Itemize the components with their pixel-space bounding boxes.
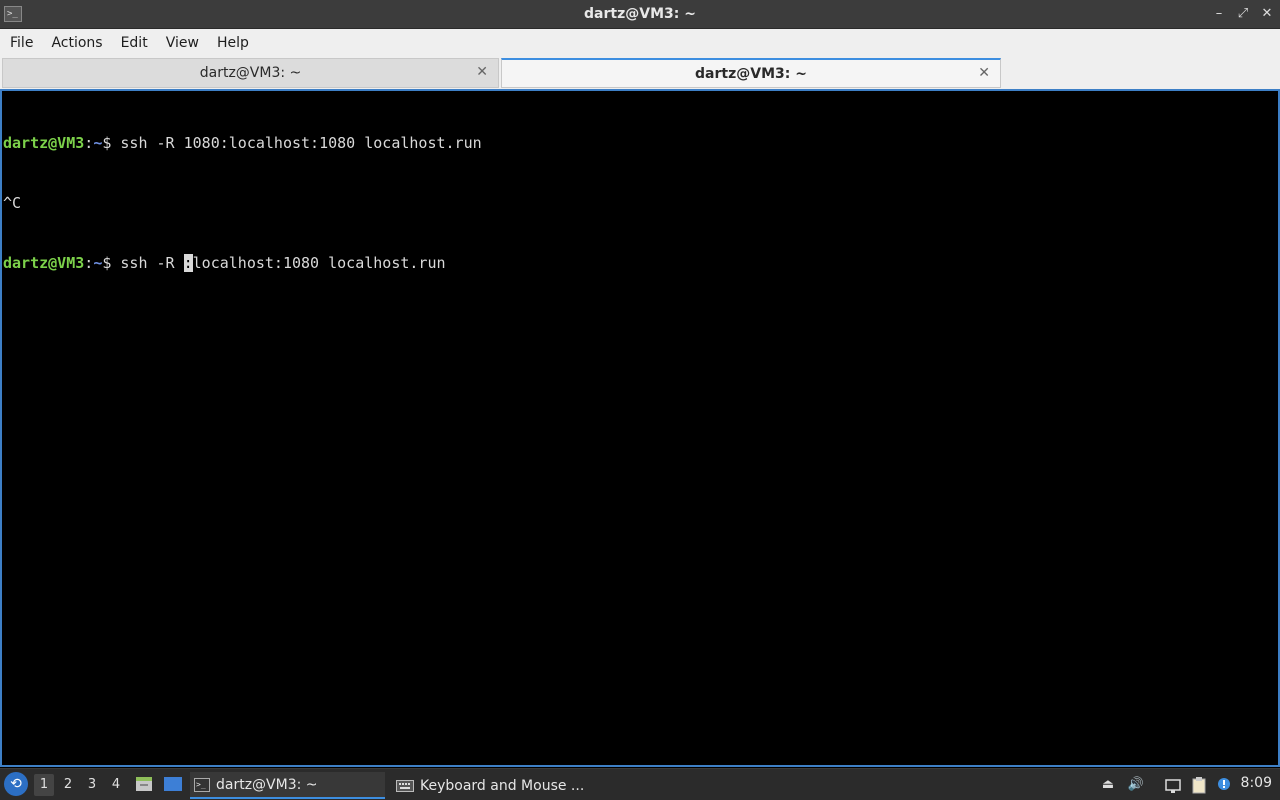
menu-view[interactable]: View — [160, 35, 205, 51]
prompt-separator: : — [84, 254, 94, 272]
prompt-user: dartz@VM3 — [3, 254, 85, 272]
update-notifier-icon[interactable] — [1215, 776, 1233, 794]
close-icon[interactable]: ✕ — [978, 65, 990, 81]
network-icon[interactable] — [1164, 776, 1182, 794]
show-desktop-icon[interactable] — [164, 776, 182, 792]
terminal-view[interactable]: dartz@VM3:~$ ssh -R 1080:localhost:1080 … — [0, 89, 1280, 767]
terminal-line: dartz@VM3:~$ ssh -R :localhost:1080 loca… — [3, 253, 1278, 273]
keyboard-icon — [396, 779, 414, 792]
menu-help[interactable]: Help — [211, 35, 255, 51]
prompt-symbol: $ — [102, 254, 121, 272]
terminal-line: ^C — [3, 193, 1278, 213]
prompt-user: dartz@VM3 — [3, 134, 85, 152]
prompt-separator: : — [84, 134, 94, 152]
taskbar: ⟲ 1 2 3 4 >_ dartz@VM3: ~ Keyboard and M… — [0, 768, 1280, 800]
tab-label: dartz@VM3: ~ — [199, 65, 302, 81]
menu-edit[interactable]: Edit — [115, 35, 154, 51]
prompt-path: ~ — [93, 134, 103, 152]
terminal-icon: >_ — [194, 777, 210, 792]
output-text: ^C — [3, 194, 22, 212]
close-icon[interactable]: ✕ — [476, 64, 488, 80]
clock[interactable]: 8:09 — [1241, 775, 1272, 791]
task-label: dartz@VM3: ~ — [216, 776, 318, 793]
window-controls: – ⤢ ✕ — [1212, 6, 1274, 22]
prompt-symbol: $ — [102, 134, 121, 152]
lxqt-start-icon[interactable]: ⟲ — [4, 772, 28, 796]
command-text-after-cursor: localhost:1080 localhost.run — [192, 254, 446, 272]
workspace-2[interactable]: 2 — [58, 774, 78, 796]
tab-label: dartz@VM3: ~ — [695, 65, 807, 82]
text-cursor: : — [183, 254, 193, 272]
workspace-1[interactable]: 1 — [34, 774, 54, 796]
eject-icon[interactable]: ⏏ — [1099, 776, 1117, 794]
menu-actions[interactable]: Actions — [45, 35, 108, 51]
menu-file[interactable]: File — [4, 35, 39, 51]
workspace-3[interactable]: 3 — [82, 774, 102, 796]
close-button[interactable]: ✕ — [1260, 6, 1274, 22]
prompt-path: ~ — [93, 254, 103, 272]
menu-bar: File Actions Edit View Help — [0, 29, 1280, 57]
file-manager-icon[interactable] — [135, 776, 153, 792]
command-text: ssh -R — [120, 254, 184, 272]
workspace-4[interactable]: 4 — [106, 774, 126, 796]
window-title: dartz@VM3: ~ — [584, 6, 696, 22]
tab-terminal-2[interactable]: dartz@VM3: ~ ✕ — [501, 58, 1001, 88]
tab-bar: dartz@VM3: ~ ✕ dartz@VM3: ~ ✕ — [0, 57, 1280, 89]
taskbar-task-keyboard-mouse[interactable]: Keyboard and Mouse ... — [392, 772, 592, 799]
terminal-line: dartz@VM3:~$ ssh -R 1080:localhost:1080 … — [3, 133, 1278, 153]
minimize-button[interactable]: – — [1212, 6, 1226, 22]
volume-icon[interactable]: 🔊 — [1127, 776, 1145, 794]
maximize-button[interactable]: ⤢ — [1236, 6, 1250, 22]
taskbar-task-terminal[interactable]: >_ dartz@VM3: ~ — [190, 772, 385, 799]
clipboard-icon[interactable] — [1190, 776, 1208, 794]
window-titlebar: >_ dartz@VM3: ~ – ⤢ ✕ — [0, 0, 1280, 29]
command-text: ssh -R 1080:localhost:1080 localhost.run — [120, 134, 482, 152]
task-label: Keyboard and Mouse ... — [420, 777, 585, 794]
tab-terminal-1[interactable]: dartz@VM3: ~ ✕ — [2, 58, 499, 88]
